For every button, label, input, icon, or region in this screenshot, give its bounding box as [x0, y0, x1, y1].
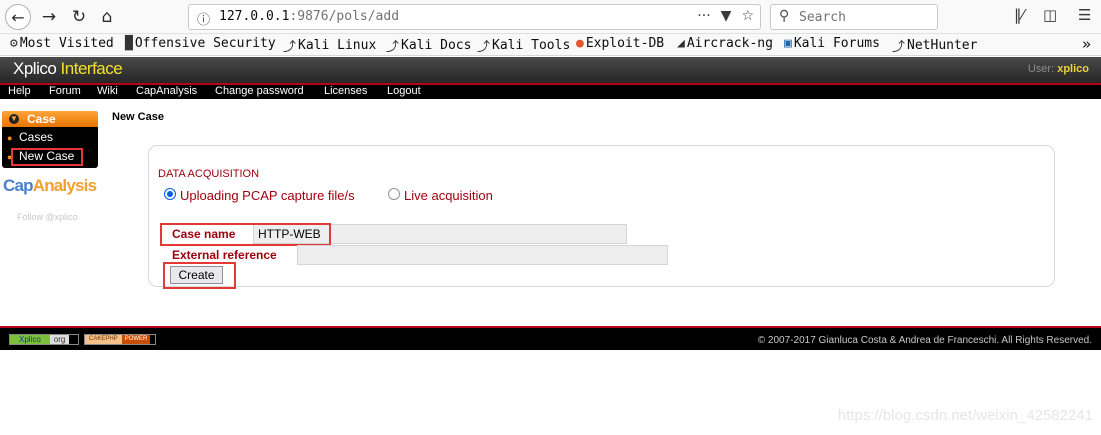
main-menu: Help Forum Wiki CapAnalysis Change passw… [0, 85, 1101, 99]
kali-dragon-icon: ⤴ [892, 40, 906, 55]
watermark-text: https://blog.csdn.net/weixin_42582241 [837, 407, 1093, 424]
aircrack-icon: ◢ [677, 36, 685, 51]
bookmark-kali-forums[interactable]: ▣ Kali Forums [784, 36, 880, 51]
bookmark-offensive-security[interactable]: █ Offensive Security [125, 36, 276, 51]
app-logo: Xplico Interface [13, 59, 123, 78]
browser-toolbar: ← → ↻ ⌂ ⓘ 127.0.0.1:9876/pols/add ··· ▼ … [0, 0, 1101, 34]
reload-icon[interactable]: ↻ [66, 4, 92, 30]
bookmark-most-visited[interactable]: ⚙ Most Visited [10, 36, 114, 51]
menu-wiki[interactable]: Wiki [97, 85, 118, 97]
create-button[interactable]: Create [170, 266, 223, 284]
search-input[interactable]: ⚲ Search [770, 4, 938, 30]
app-footer: Xplico org CAKEPHP POWER © 2007-2017 Gianl… [0, 326, 1101, 350]
menu-forum[interactable]: Forum [49, 85, 81, 97]
bookmark-kali-linux[interactable]: ⤴ Kali Linux [283, 36, 376, 55]
forward-arrow-icon[interactable]: → [36, 4, 62, 30]
kali-forums-icon: ▣ [784, 36, 792, 51]
sidebar-toggle-icon[interactable]: ◫ [1043, 6, 1057, 24]
search-placeholder: Search [799, 10, 846, 25]
highlight-frame-case-name [160, 223, 331, 246]
external-reference-label: External reference [172, 248, 277, 262]
home-icon[interactable]: ⌂ [94, 4, 120, 30]
chevron-double-right-icon[interactable]: » [1082, 35, 1091, 53]
gear-icon: ⚙ [10, 36, 18, 51]
radio-unchecked-icon[interactable] [388, 187, 400, 200]
bookmarks-toolbar: ⚙ Most Visited █ Offensive Security ⤴ Kali … [0, 34, 1101, 56]
exploitdb-icon: ● [576, 36, 584, 51]
library-icon[interactable]: ‖⁄ [1014, 6, 1024, 24]
bookmark-star-icon[interactable]: ☆ [741, 8, 754, 24]
xplico-org-badge[interactable]: Xplico org [9, 334, 79, 345]
info-icon[interactable]: ⓘ [197, 9, 210, 28]
bookmark-aircrack-ng[interactable]: ◢ Aircrack-ng [677, 36, 773, 51]
page-title: New Case [112, 111, 164, 123]
kali-dragon-icon: ⤴ [386, 40, 400, 55]
highlight-frame-new-case [11, 148, 83, 166]
cakephp-power-badge[interactable]: CAKEPHP POWER [84, 334, 156, 345]
section-heading: DATA ACQUISITION [158, 168, 260, 180]
back-arrow-icon[interactable]: ← [5, 4, 31, 30]
menu-licenses[interactable]: Licenses [324, 85, 367, 97]
external-reference-input[interactable] [297, 245, 668, 265]
bookmark-exploit-db[interactable]: ● Exploit-DB [576, 36, 664, 51]
radio-checked-icon[interactable] [164, 187, 176, 200]
kali-dragon-icon: ⤴ [477, 40, 491, 55]
offsec-icon: █ [125, 36, 133, 51]
menu-change-password[interactable]: Change password [215, 85, 304, 97]
hamburger-menu-icon[interactable]: ☰ [1078, 6, 1091, 24]
follow-link[interactable]: Follow @xplico [17, 212, 78, 222]
bookmark-kali-tools[interactable]: ⤴ Kali Tools [477, 36, 570, 55]
bullet-icon: ● [7, 133, 13, 143]
copyright-text: © 2007-2017 Gianluca Costa & Andrea de F… [757, 335, 1092, 346]
search-icon: ⚲ [779, 8, 790, 24]
kali-dragon-icon: ⤴ [283, 40, 297, 55]
address-bar[interactable]: ⓘ 127.0.0.1:9876/pols/add ··· ▼ ☆ [188, 4, 761, 30]
bookmark-kali-docs[interactable]: ⤴ Kali Docs [386, 36, 471, 55]
app-header: Xplico Interface User: xplico [0, 57, 1101, 83]
chevron-down-icon: ▼ [9, 114, 19, 124]
pocket-icon[interactable]: ▼ [721, 8, 732, 24]
case-sidebar-header: ▼ Case [2, 111, 98, 127]
capanalysis-logo[interactable]: CapAnalysis [3, 176, 97, 196]
menu-help[interactable]: Help [8, 85, 31, 97]
radio-live-acquisition[interactable]: Live acquisition [388, 187, 493, 203]
new-case-form [148, 145, 1055, 287]
user-indicator: User: xplico [1027, 63, 1089, 75]
menu-logout[interactable]: Logout [387, 85, 421, 97]
bookmark-nethunter[interactable]: ⤴ NetHunter [892, 36, 977, 55]
radio-upload-pcap[interactable]: Uploading PCAP capture file/s [164, 187, 355, 203]
page-actions-icon[interactable]: ··· [697, 8, 710, 24]
url-text: 127.0.0.1:9876/pols/add [219, 9, 400, 24]
menu-capanalysis[interactable]: CapAnalysis [136, 85, 197, 97]
